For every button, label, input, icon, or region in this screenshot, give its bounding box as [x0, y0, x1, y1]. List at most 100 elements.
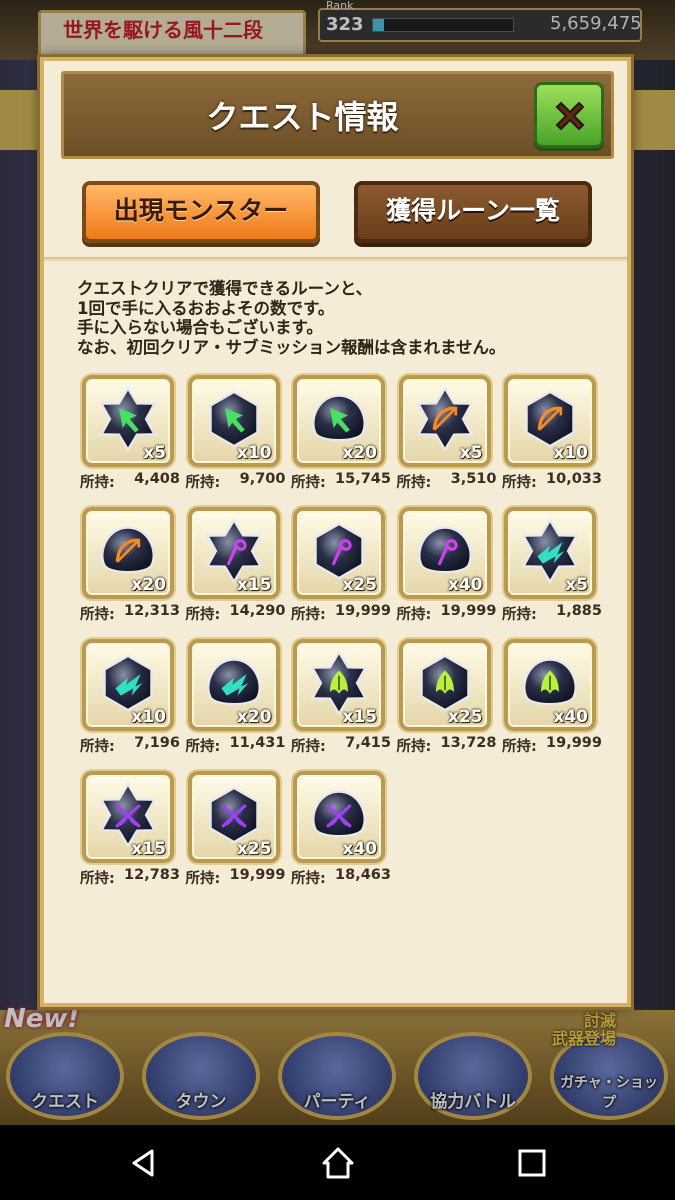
- rune-owned-value: 19,999: [546, 735, 602, 751]
- rune-tile: x20: [82, 507, 174, 599]
- rune-drop-count: x5: [143, 443, 166, 463]
- rune-drop-count: x25: [447, 707, 483, 727]
- rune-item[interactable]: x20 所持: 11,431: [186, 639, 286, 759]
- section-divider: [44, 257, 627, 262]
- rune-item[interactable]: x10 所持: 10,033: [502, 375, 602, 495]
- home-icon[interactable]: [320, 1145, 356, 1181]
- rune-drop-count: x40: [342, 839, 377, 859]
- rune-drop-count: x10: [131, 707, 166, 727]
- rune-owned-value: 7,415: [345, 735, 391, 751]
- description-line: 1回で手に入るおおよその数です。: [77, 298, 335, 318]
- close-button[interactable]: [534, 82, 604, 148]
- rune-tile: x40: [398, 507, 491, 599]
- rune-owned-value: 19,999: [229, 867, 286, 883]
- rune-owned-value: 15,745: [335, 471, 391, 487]
- rune-tile: x25: [398, 639, 491, 731]
- rune-item[interactable]: x5 所持: 3,510: [397, 375, 497, 495]
- rune-drop-count: x40: [447, 575, 483, 595]
- rune-item[interactable]: x40 所持: 18,463: [291, 771, 391, 891]
- tab-rune-list[interactable]: 獲得ルーン一覧: [354, 181, 592, 243]
- rune-owned: 所持: 12,313: [80, 603, 184, 624]
- rune-owned-value: 7,196: [134, 735, 180, 751]
- rune-owned-label: 所持:: [291, 739, 326, 755]
- rune-owned: 所持: 19,999: [502, 735, 606, 756]
- rune-drop-count: x25: [236, 839, 272, 859]
- rune-tile: x20: [293, 375, 385, 467]
- rune-owned-label: 所持:: [80, 739, 115, 755]
- rune-owned: 所持: 1,885: [502, 603, 606, 624]
- rune-tile: x20: [187, 639, 280, 731]
- description-line: なお、初回クリア・サブミッション報酬は含まれません。: [77, 337, 506, 357]
- rune-item[interactable]: x15 所持: 12,783: [80, 771, 180, 891]
- rune-drop-count: x5: [459, 443, 483, 463]
- close-icon: [555, 101, 585, 131]
- rune-owned-label: 所持:: [291, 607, 326, 623]
- rune-owned: 所持: 19,999: [186, 867, 290, 888]
- rune-description: クエストクリアで獲得できるルーンと、 1回で手に入るおおよその数です。 手に入ら…: [77, 279, 607, 357]
- rune-tile: x15: [82, 771, 174, 863]
- rune-owned-value: 4,408: [134, 471, 180, 487]
- rune-owned-label: 所持:: [502, 607, 537, 623]
- rune-item[interactable]: x15 所持: 14,290: [186, 507, 286, 627]
- back-icon[interactable]: [126, 1145, 162, 1181]
- rune-owned-label: 所持:: [502, 739, 537, 755]
- rune-owned: 所持: 11,431: [186, 735, 290, 756]
- rune-owned-value: 10,033: [546, 471, 602, 487]
- rune-tile: x5: [398, 375, 491, 467]
- rune-owned-label: 所持:: [80, 607, 115, 623]
- rune-item[interactable]: x5 所持: 4,408: [80, 375, 180, 495]
- rune-drop-count: x40: [553, 707, 588, 727]
- rune-owned: 所持: 10,033: [502, 471, 606, 492]
- rune-drop-count: x5: [565, 575, 588, 595]
- rune-item[interactable]: x10 所持: 7,196: [80, 639, 180, 759]
- rune-tile: x5: [82, 375, 174, 467]
- dialog-title: クエスト情報: [206, 98, 399, 136]
- rune-owned-value: 14,290: [229, 603, 286, 619]
- recents-icon[interactable]: [514, 1145, 550, 1181]
- rune-drop-count: x20: [342, 443, 377, 463]
- rune-drop-count: x10: [553, 443, 588, 463]
- rune-item[interactable]: x40 所持: 19,999: [502, 639, 602, 759]
- rune-item[interactable]: x25 所持: 13,728: [397, 639, 497, 759]
- rune-tile: x25: [187, 771, 280, 863]
- rune-item[interactable]: x5 所持: 1,885: [502, 507, 602, 627]
- description-line: クエストクリアで獲得できるルーンと、: [77, 279, 373, 298]
- rune-owned: 所持: 7,196: [80, 735, 184, 756]
- rune-drop-count: x15: [342, 707, 377, 727]
- rune-owned-value: 18,463: [335, 867, 391, 883]
- rune-owned: 所持: 12,783: [80, 867, 184, 888]
- rune-item[interactable]: x25 所持: 19,999: [186, 771, 286, 891]
- rune-owned: 所持: 3,510: [397, 471, 501, 492]
- rune-owned-value: 12,313: [124, 603, 180, 619]
- rune-owned-value: 12,783: [124, 867, 180, 883]
- rune-drop-count: x10: [236, 443, 272, 463]
- rune-tile: x40: [504, 639, 596, 731]
- rune-item[interactable]: x10 所持: 9,700: [186, 375, 286, 495]
- rune-item[interactable]: x25 所持: 19,999: [291, 507, 391, 627]
- rune-owned: 所持: 13,728: [397, 735, 501, 756]
- rune-tile: x10: [187, 375, 280, 467]
- quest-info-dialog: クエスト情報 出現モンスター 獲得ルーン一覧 クエストクリアで獲得できるルーンと…: [40, 57, 631, 1007]
- tab-appearing-monsters[interactable]: 出現モンスター: [82, 181, 320, 243]
- rune-tile: x15: [187, 507, 280, 599]
- description-line: 手に入らない場合もございます。: [77, 318, 323, 337]
- rune-item[interactable]: x15 所持: 7,415: [291, 639, 391, 759]
- rune-owned: 所持: 9,700: [186, 471, 290, 492]
- rune-item[interactable]: x40 所持: 19,999: [397, 507, 497, 627]
- rune-owned-value: 3,510: [450, 471, 497, 487]
- rune-owned-value: 11,431: [229, 735, 286, 751]
- rune-item[interactable]: x20 所持: 12,313: [80, 507, 180, 627]
- rune-owned-label: 所持:: [185, 871, 221, 887]
- rune-owned-value: 19,999: [335, 603, 391, 619]
- rune-tile: x10: [504, 375, 596, 467]
- rune-owned-label: 所持:: [185, 475, 221, 491]
- rune-item[interactable]: x20 所持: 15,745: [291, 375, 391, 495]
- rune-owned: 所持: 15,745: [291, 471, 395, 492]
- rune-owned: 所持: 14,290: [186, 603, 290, 624]
- rune-owned: 所持: 18,463: [291, 867, 395, 888]
- rune-owned: 所持: 4,408: [80, 471, 184, 492]
- rune-tile: x15: [293, 639, 385, 731]
- rune-drop-count: x15: [131, 839, 166, 859]
- rune-owned-value: 19,999: [440, 603, 497, 619]
- rune-owned-label: 所持:: [291, 475, 326, 491]
